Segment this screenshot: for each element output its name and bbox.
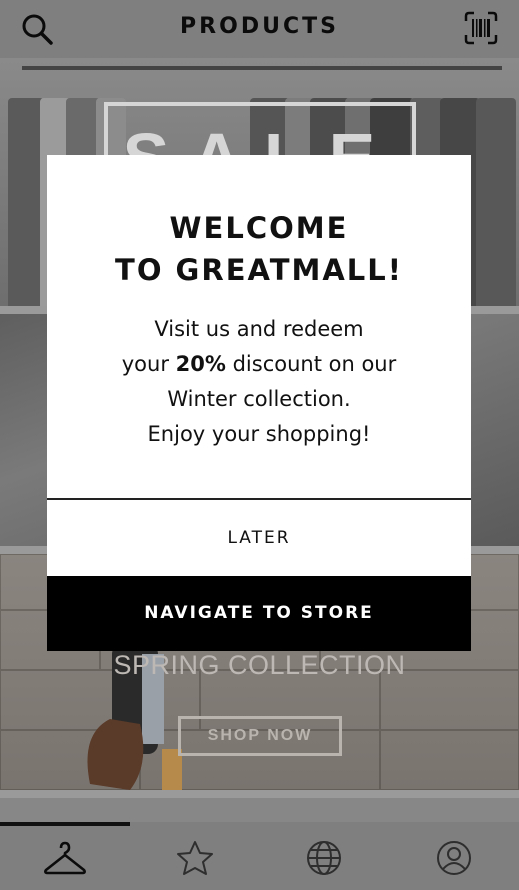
spring-collection-title: SPRING COLLECTION [113, 650, 406, 680]
discount-value: 20% [175, 352, 226, 376]
later-button[interactable]: LATER [47, 500, 471, 576]
dialog-heading-line1: WELCOME [169, 211, 349, 245]
shop-now-button[interactable]: SHOP NOW [178, 716, 342, 756]
hanger-icon [44, 841, 86, 875]
page-title: PRODUCTS [180, 14, 339, 39]
globe-icon [307, 841, 341, 875]
profile-icon [437, 841, 471, 875]
dialog-message-line2: your 20% discount on our [121, 352, 397, 376]
barcode-scan-icon[interactable] [463, 10, 499, 46]
dialog-heading: WELCOME TO GREATMALL! [47, 207, 471, 291]
dialog-message-line4: Enjoy your shopping! [147, 422, 371, 446]
banner-divider [0, 790, 519, 798]
nav-tab-profile[interactable] [389, 826, 519, 890]
dialog-message-line3: Winter collection. [167, 387, 351, 411]
navigate-to-store-button[interactable]: NAVIGATE TO STORE [47, 576, 471, 651]
dialog-heading-line2: TO GREATMALL! [115, 253, 403, 287]
nav-tab-favorites[interactable] [130, 826, 260, 890]
star-icon [177, 841, 213, 875]
welcome-dialog: WELCOME TO GREATMALL! Visit us and redee… [47, 155, 471, 651]
app-header: PRODUCTS [0, 0, 519, 58]
bottom-nav [0, 822, 519, 890]
dialog-message-line1: Visit us and redeem [154, 317, 364, 341]
dialog-message: Visit us and redeem your 20% discount on… [47, 312, 471, 452]
next-banner[interactable] [0, 798, 519, 822]
nav-tab-products[interactable] [0, 826, 130, 890]
nav-tab-stores[interactable] [259, 826, 389, 890]
